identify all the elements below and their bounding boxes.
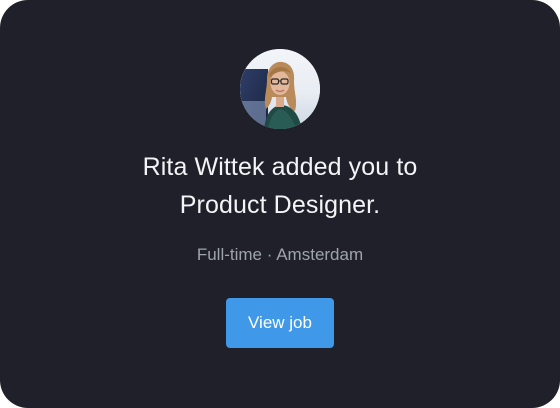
notification-card: Rita Wittek added you to Product Designe… [0, 0, 560, 408]
employment-type: Full-time [196, 245, 263, 264]
avatar-photo-icon [240, 49, 320, 129]
notification-title-line2: Product Designer. [179, 191, 381, 219]
view-job-button[interactable]: View job [226, 298, 334, 348]
avatar [240, 49, 320, 129]
meta-separator: · [266, 245, 273, 264]
notification-title-line1: Rita Wittek added you to [142, 153, 418, 181]
job-location: Amsterdam [276, 245, 364, 264]
notification-title: Rita Wittek added you to Product Designe… [0, 148, 560, 224]
job-meta: Full-time · Amsterdam [0, 243, 560, 267]
